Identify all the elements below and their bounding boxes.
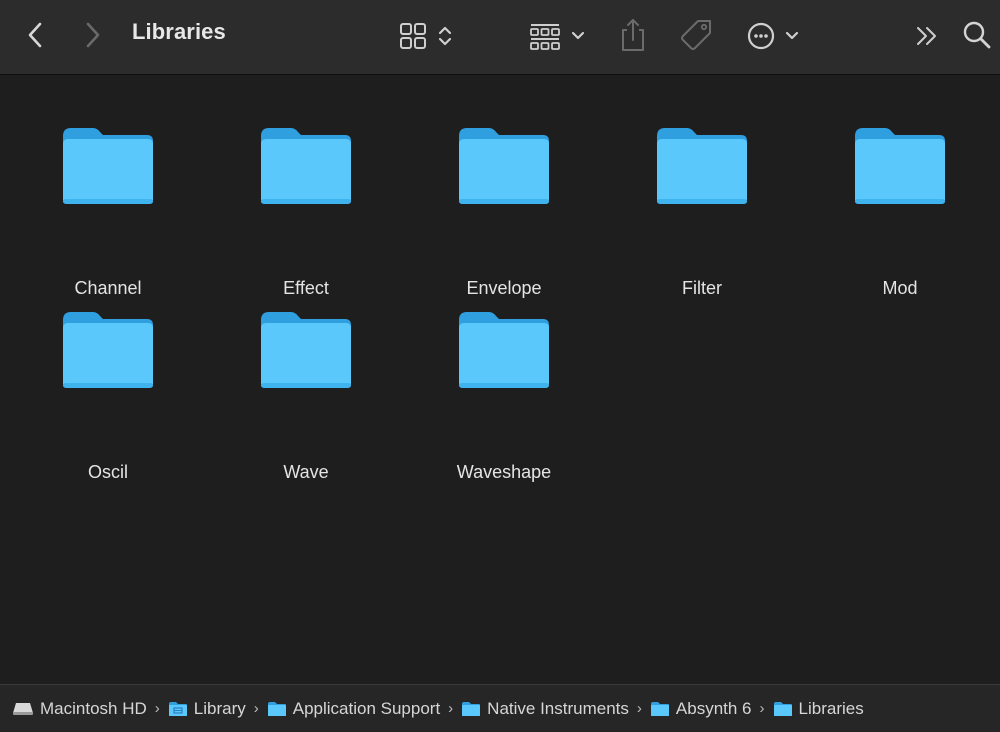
folder-icon: [261, 312, 351, 388]
path-separator: ›: [154, 700, 160, 717]
path-item-label: Application Support: [292, 698, 441, 718]
path-item[interactable]: Application Support: [267, 699, 440, 719]
hard-drive-icon: [12, 701, 40, 717]
view-mode-button[interactable]: [396, 19, 458, 53]
finder-window: Libraries Channel Effect Envelope Filter…: [0, 0, 1000, 732]
folder-icon: [657, 128, 747, 204]
path-item-label: Absynth 6: [675, 698, 752, 718]
path-item[interactable]: Absynth 6: [650, 699, 752, 719]
path-separator: ›: [759, 700, 765, 717]
toolbar: Libraries: [0, 0, 1000, 75]
group-by-icon: [530, 24, 585, 50]
folder-icon-wrap: [61, 126, 155, 206]
path-item-label: Library: [193, 698, 246, 718]
search-button[interactable]: [960, 18, 994, 52]
grid-view-icon: [400, 23, 452, 49]
folder-item[interactable]: Mod: [820, 126, 980, 298]
folder-icon: [63, 128, 153, 204]
ellipsis-circle-icon: [747, 22, 799, 50]
path-separator: ›: [253, 700, 259, 717]
tags-button[interactable]: [678, 16, 714, 54]
folder-icon-wrap: [655, 126, 749, 206]
path-item[interactable]: Macintosh HD: [12, 699, 147, 719]
folder-icon-wrap: [457, 310, 551, 390]
more-toolbar-items-button[interactable]: [912, 22, 942, 50]
folder-icon-wrap: [457, 126, 551, 206]
folder-icon: [650, 701, 676, 717]
folder-label: Effect: [283, 278, 329, 298]
share-icon: [622, 19, 644, 51]
folder-item[interactable]: Wave: [226, 310, 386, 482]
back-button[interactable]: [20, 20, 50, 50]
folder-icon: [261, 128, 351, 204]
folder-item[interactable]: Oscil: [28, 310, 188, 482]
path-separator: ›: [448, 700, 454, 717]
path-item[interactable]: Libraries: [773, 699, 864, 719]
folder-item[interactable]: Channel: [28, 126, 188, 298]
folder-icon-wrap: [259, 310, 353, 390]
path-separator: ›: [636, 700, 642, 717]
folder-label: Wave: [283, 462, 329, 482]
action-menu-button[interactable]: [744, 19, 806, 53]
folder-label: Waveshape: [456, 462, 552, 482]
folder-icon-wrap: [853, 126, 947, 206]
folder-icon: [63, 312, 153, 388]
folder-icon: [773, 701, 799, 717]
forward-button[interactable]: [78, 20, 108, 50]
path-item-label: Libraries: [798, 698, 864, 718]
path-bar: Macintosh HD › Library › Application Support…: [0, 684, 1000, 732]
folder-label: Mod: [882, 278, 918, 298]
folder-item[interactable]: Filter: [622, 126, 782, 298]
chevron-right-icon: [86, 22, 100, 48]
folder-icon: [459, 128, 549, 204]
group-by-button[interactable]: [525, 19, 591, 53]
share-button[interactable]: [617, 16, 649, 54]
folder-icon: [267, 701, 293, 717]
search-icon: [963, 21, 991, 49]
tag-icon: [681, 20, 711, 50]
path-item[interactable]: Library: [168, 699, 246, 719]
window-title: Libraries: [132, 19, 226, 44]
folder-label: Channel: [74, 278, 142, 298]
folder-icon: [459, 312, 549, 388]
chevron-left-icon: [28, 22, 42, 48]
path-item[interactable]: Native Instruments: [461, 699, 629, 719]
folder-icon-wrap: [259, 126, 353, 206]
path-item-label: Macintosh HD: [40, 698, 147, 718]
folder-icon: [855, 128, 945, 204]
folder-label: Filter: [682, 278, 722, 298]
path-item-label: Native Instruments: [487, 698, 629, 718]
folder-icon: [461, 701, 487, 717]
folder-label: Envelope: [466, 278, 542, 298]
folder-item[interactable]: Waveshape: [424, 310, 584, 482]
folder-label: Oscil: [88, 462, 128, 482]
folder-item[interactable]: Effect: [226, 126, 386, 298]
folder-icon-wrap: [61, 310, 155, 390]
library-folder-icon: [168, 701, 194, 717]
double-chevron-right-icon: [917, 27, 936, 45]
folder-grid: Channel Effect Envelope Filter Mod Oscil…: [0, 76, 1000, 683]
folder-item[interactable]: Envelope: [424, 126, 584, 298]
